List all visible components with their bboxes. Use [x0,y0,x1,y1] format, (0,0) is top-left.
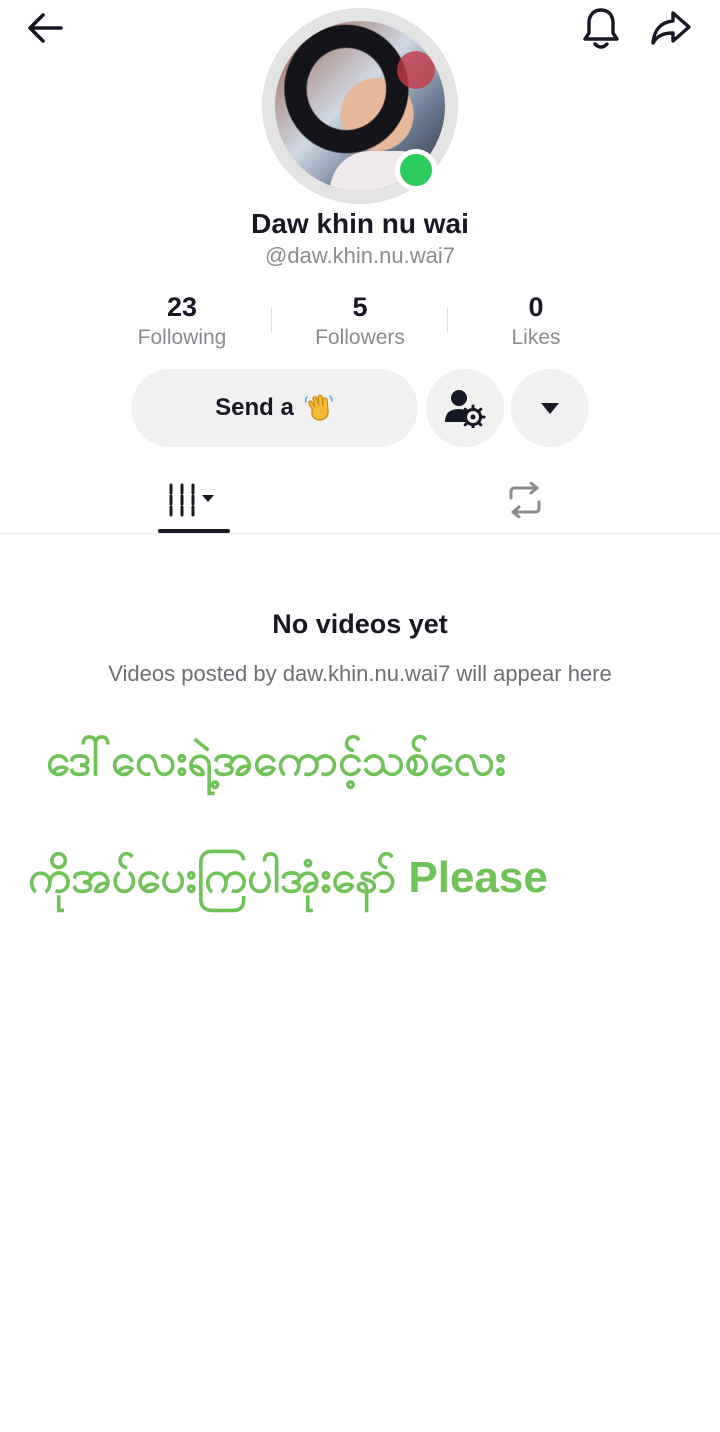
tab-videos[interactable] [130,468,260,532]
share-arrow-icon [651,11,691,45]
avatar-photo-background [397,51,435,89]
send-wave-button[interactable]: Send a [131,369,418,447]
user-gear-icon [445,390,486,428]
following-label: Following [137,326,227,349]
grid-sort-icon [169,483,214,517]
back-button[interactable] [20,8,70,48]
likes-count: 0 [528,292,544,322]
stat-followers[interactable]: 5 Followers [270,290,450,352]
arrow-left-icon [28,13,63,43]
followers-count: 5 [352,292,368,322]
followers-label: Followers [315,326,405,349]
overlay-caption-line-1: ဒေါ်လေးရဲ့အကောင့်သစ်လေး [46,736,506,785]
tab-reposts[interactable] [460,468,590,532]
send-wave-label: Send a [215,394,294,421]
display-name: Daw khin nu wai [251,208,469,239]
empty-state-description: Videos posted by daw.khin.nu.wai7 will a… [108,661,612,686]
tabs-divider [0,533,720,534]
overlay-caption-line-2: ကိုအပ်ပေးကြပါအုံးနော် Please [28,853,548,902]
repost-icon [509,482,541,518]
username-handle: @daw.khin.nu.wai7 [265,243,455,268]
following-count: 23 [166,292,198,322]
likes-label: Likes [511,326,561,349]
bell-icon [583,8,619,49]
stat-following[interactable]: 23 Following [92,290,272,352]
caret-down-icon [541,403,559,414]
stat-likes[interactable]: 0 Likes [446,290,626,352]
waving-hand-icon [304,394,333,421]
profile-settings-button[interactable] [426,369,504,447]
more-options-button[interactable] [511,369,589,447]
notifications-button[interactable] [576,4,626,52]
online-status-dot [395,149,437,191]
share-button[interactable] [644,4,698,52]
empty-state-title: No videos yet [272,609,448,639]
